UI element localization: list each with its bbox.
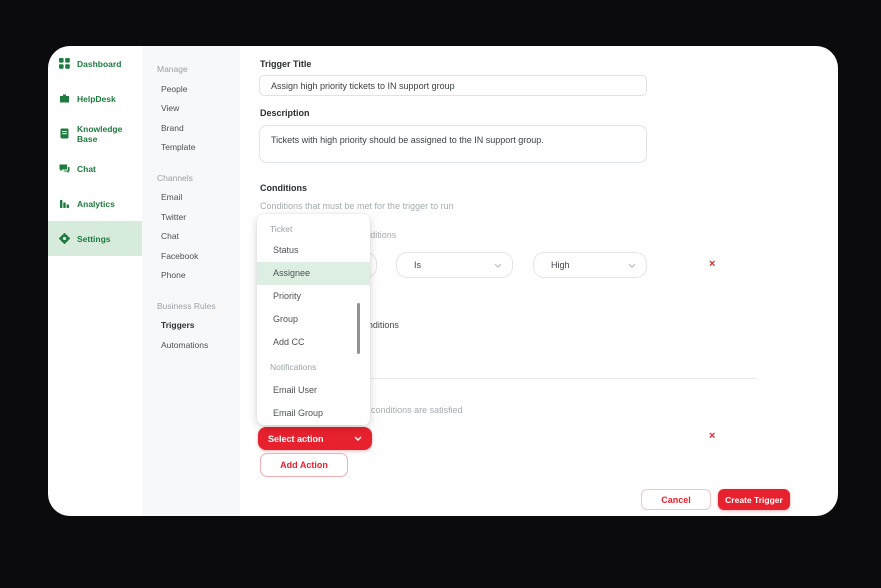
analytics-bars-icon xyxy=(59,198,70,209)
condition-operator-select[interactable]: Is xyxy=(396,252,513,278)
menu-item-status[interactable]: Status xyxy=(257,239,370,262)
condition-value-value: High xyxy=(551,260,570,270)
menu-scrollbar[interactable] xyxy=(357,303,360,354)
condition-field-menu: Ticket Status Assignee Priority Group Ad… xyxy=(257,214,370,425)
cancel-button[interactable]: Cancel xyxy=(641,489,711,510)
settings-subnav: Manage People View Brand Template Channe… xyxy=(142,46,240,516)
menu-item-add-cc[interactable]: Add CC xyxy=(257,331,370,354)
helpdesk-icon xyxy=(59,93,70,104)
chevron-down-icon xyxy=(628,263,636,268)
create-trigger-button[interactable]: Create Trigger xyxy=(718,489,790,510)
app-window: Dashboard HelpDesk Knowledge Base Chat xyxy=(48,46,838,516)
nav-item-email[interactable]: Email xyxy=(157,188,240,208)
condition-operator-value: Is xyxy=(414,260,421,270)
nav-section-manage: Manage People View Brand Template xyxy=(157,60,240,158)
chat-bubble-icon xyxy=(59,163,70,174)
select-action-label: Select action xyxy=(268,434,324,444)
nav-section-channels: Channels Email Twitter Chat Facebook Pho… xyxy=(157,169,240,286)
menu-group-ticket: Ticket xyxy=(257,219,370,239)
nav-section-title: Business Rules xyxy=(157,297,240,317)
sidebar-item-dashboard[interactable]: Dashboard xyxy=(48,46,142,81)
conditions-hint: Conditions that must be met for the trig… xyxy=(260,201,454,211)
menu-group-notifications: Notifications xyxy=(257,356,370,379)
description-textarea[interactable]: Tickets with high priority should be ass… xyxy=(259,125,647,163)
nav-item-chat[interactable]: Chat xyxy=(157,227,240,247)
nav-section-title: Channels xyxy=(157,169,240,189)
menu-item-group[interactable]: Group xyxy=(257,308,370,331)
chevron-down-icon xyxy=(354,436,362,441)
nav-section-title: Manage xyxy=(157,60,240,80)
remove-action-button[interactable]: × xyxy=(709,431,715,441)
remove-condition-button[interactable]: × xyxy=(709,259,715,269)
sidebar-item-knowledge-base[interactable]: Knowledge Base xyxy=(48,116,142,151)
nav-item-people[interactable]: People xyxy=(157,80,240,100)
sidebar-item-chat[interactable]: Chat xyxy=(48,151,142,186)
nav-item-template[interactable]: Template xyxy=(157,138,240,158)
add-action-button[interactable]: Add Action xyxy=(260,453,348,477)
sidebar-item-label: HelpDesk xyxy=(77,94,116,104)
description-label: Description xyxy=(260,108,310,118)
sidebar-item-settings[interactable]: Settings xyxy=(48,221,142,256)
sidebar-item-label: Knowledge Base xyxy=(77,124,142,144)
gear-icon xyxy=(59,233,70,244)
trigger-editor: Trigger Title Description Tickets with h… xyxy=(240,46,838,516)
nav-item-automations[interactable]: Automations xyxy=(157,336,240,356)
select-action-button[interactable]: Select action xyxy=(258,427,372,450)
dashboard-grid-icon xyxy=(59,58,70,69)
sidebar-item-analytics[interactable]: Analytics xyxy=(48,186,142,221)
chevron-down-icon xyxy=(494,263,502,268)
condition-value-select[interactable]: High xyxy=(533,252,647,278)
nav-item-twitter[interactable]: Twitter xyxy=(157,208,240,228)
conditions-label: Conditions xyxy=(260,183,307,193)
nav-item-phone[interactable]: Phone xyxy=(157,266,240,286)
sidebar-item-helpdesk[interactable]: HelpDesk xyxy=(48,81,142,116)
menu-item-email-group[interactable]: Email Group xyxy=(257,402,370,425)
sidebar-item-label: Dashboard xyxy=(77,59,121,69)
nav-item-triggers[interactable]: Triggers xyxy=(157,316,240,336)
trigger-title-label: Trigger Title xyxy=(260,59,311,69)
nav-item-brand[interactable]: Brand xyxy=(157,119,240,139)
nav-item-facebook[interactable]: Facebook xyxy=(157,247,240,267)
trigger-title-input[interactable] xyxy=(259,75,647,96)
menu-item-priority[interactable]: Priority xyxy=(257,285,370,308)
sidebar-item-label: Settings xyxy=(77,234,111,244)
menu-item-email-user[interactable]: Email User xyxy=(257,379,370,402)
nav-section-business-rules: Business Rules Triggers Automations xyxy=(157,297,240,356)
sidebar-item-label: Chat xyxy=(77,164,96,174)
menu-item-assignee[interactable]: Assignee xyxy=(257,262,370,285)
nav-item-view[interactable]: View xyxy=(157,99,240,119)
knowledge-base-icon xyxy=(59,128,70,139)
primary-sidebar: Dashboard HelpDesk Knowledge Base Chat xyxy=(48,46,142,516)
sidebar-item-label: Analytics xyxy=(77,199,115,209)
